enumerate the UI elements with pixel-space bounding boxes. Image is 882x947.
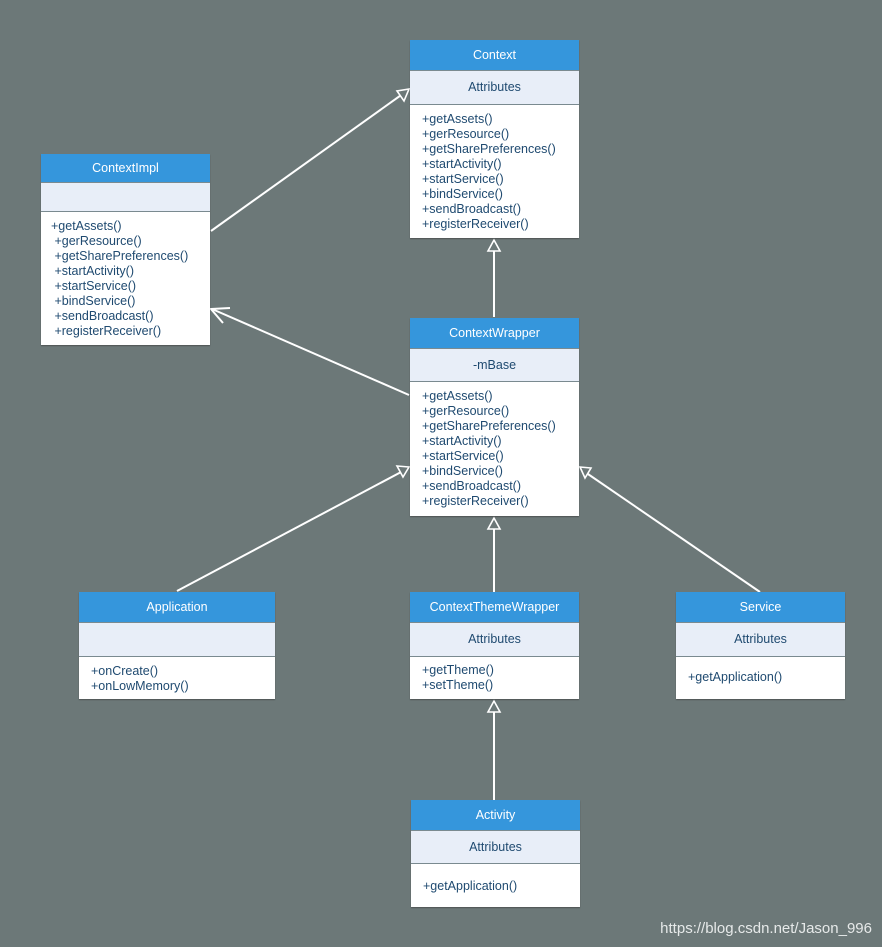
class-attributes: Attributes [411, 831, 580, 864]
class-activity[interactable]: Activity Attributes +getApplication() [411, 800, 580, 907]
hollow-triangle-arrowhead [578, 466, 593, 480]
method: +registerReceiver() [422, 217, 529, 231]
method: +onCreate() [91, 664, 159, 678]
class-methods: +onCreate() +onLowMemory() [79, 657, 275, 694]
class-name: Application [79, 592, 275, 623]
relation-contextwrapper-contextimpl [208, 307, 410, 396]
method: +getAssets() [51, 219, 122, 233]
class-application[interactable]: Application +onCreate() +onLowMemory() [79, 592, 275, 699]
relation-contextwrapper-context [486, 238, 502, 317]
method: +registerReceiver() [51, 324, 162, 338]
class-contextimpl[interactable]: ContextImpl +getAssets() +gerResource() … [41, 154, 210, 345]
method: +setTheme() [422, 678, 494, 692]
method: +getApplication() [423, 879, 518, 893]
method: +onLowMemory() [91, 679, 189, 693]
class-attributes [41, 183, 210, 212]
method: +gerResource() [51, 234, 142, 248]
class-contextwrapper[interactable]: ContextWrapper -mBase +getAssets() +gerR… [410, 318, 579, 516]
watermark: https://blog.csdn.net/Jason_996 [660, 920, 872, 937]
method: +getTheme() [422, 663, 494, 677]
hollow-triangle-arrowhead [395, 87, 411, 103]
method: +getAssets() [422, 112, 493, 126]
class-name: Service [676, 592, 845, 623]
method: +getAssets() [422, 389, 493, 403]
relation-application-contextwrapper [176, 465, 411, 592]
method: +gerResource() [422, 127, 510, 141]
method: +sendBroadcast() [422, 202, 522, 216]
class-context[interactable]: Context Attributes +getAssets() +gerReso… [410, 40, 579, 238]
class-name: ContextWrapper [410, 318, 579, 349]
method: +startActivity() [422, 157, 502, 171]
method: +bindService() [422, 187, 503, 201]
method: +startActivity() [422, 434, 502, 448]
hollow-triangle-arrowhead [486, 238, 502, 252]
method: +sendBroadcast() [51, 309, 154, 323]
relation-service-contextwrapper [578, 466, 761, 593]
method: +sendBroadcast() [422, 479, 522, 493]
method: +getSharePreferences() [422, 142, 556, 156]
class-attributes: Attributes [676, 623, 845, 657]
class-attributes: -mBase [410, 349, 579, 382]
class-name: Context [410, 40, 579, 71]
relation-contextimpl-context [210, 87, 411, 232]
class-name: ContextImpl [41, 154, 210, 183]
relation-contextthemewrapper-contextwrapper [486, 516, 502, 592]
class-contextthemewrapper[interactable]: ContextThemeWrapper Attributes +getTheme… [410, 592, 579, 699]
class-attributes: Attributes [410, 71, 579, 105]
method: +bindService() [51, 294, 136, 308]
class-methods: +getAssets() +gerResource() +getSharePre… [410, 382, 579, 509]
class-methods: +getApplication() [411, 864, 580, 894]
method: +gerResource() [422, 404, 510, 418]
method: +getSharePreferences() [422, 419, 556, 433]
hollow-triangle-arrowhead [486, 516, 502, 530]
method: +getApplication() [688, 670, 783, 684]
relation-activity-contextthemewrapper [486, 699, 502, 800]
class-name: Activity [411, 800, 580, 831]
class-name: ContextThemeWrapper [410, 592, 579, 623]
class-attributes [79, 623, 275, 657]
method: +startService() [51, 279, 137, 293]
class-attributes: Attributes [410, 623, 579, 657]
hollow-triangle-arrowhead [486, 699, 502, 713]
method: +startService() [422, 172, 504, 186]
class-methods: +getAssets() +gerResource() +getSharePre… [410, 105, 579, 232]
method: +bindService() [422, 464, 503, 478]
method: +registerReceiver() [422, 494, 529, 508]
method: +startService() [422, 449, 504, 463]
class-methods: +getTheme() +setTheme() [410, 657, 579, 693]
method: +getSharePreferences() [51, 249, 189, 263]
method: +startActivity() [51, 264, 134, 278]
class-methods: +getApplication() [676, 657, 845, 685]
hollow-triangle-arrowhead [395, 465, 411, 479]
class-service[interactable]: Service Attributes +getApplication() [676, 592, 845, 699]
class-methods: +getAssets() +gerResource() +getSharePre… [41, 212, 210, 339]
